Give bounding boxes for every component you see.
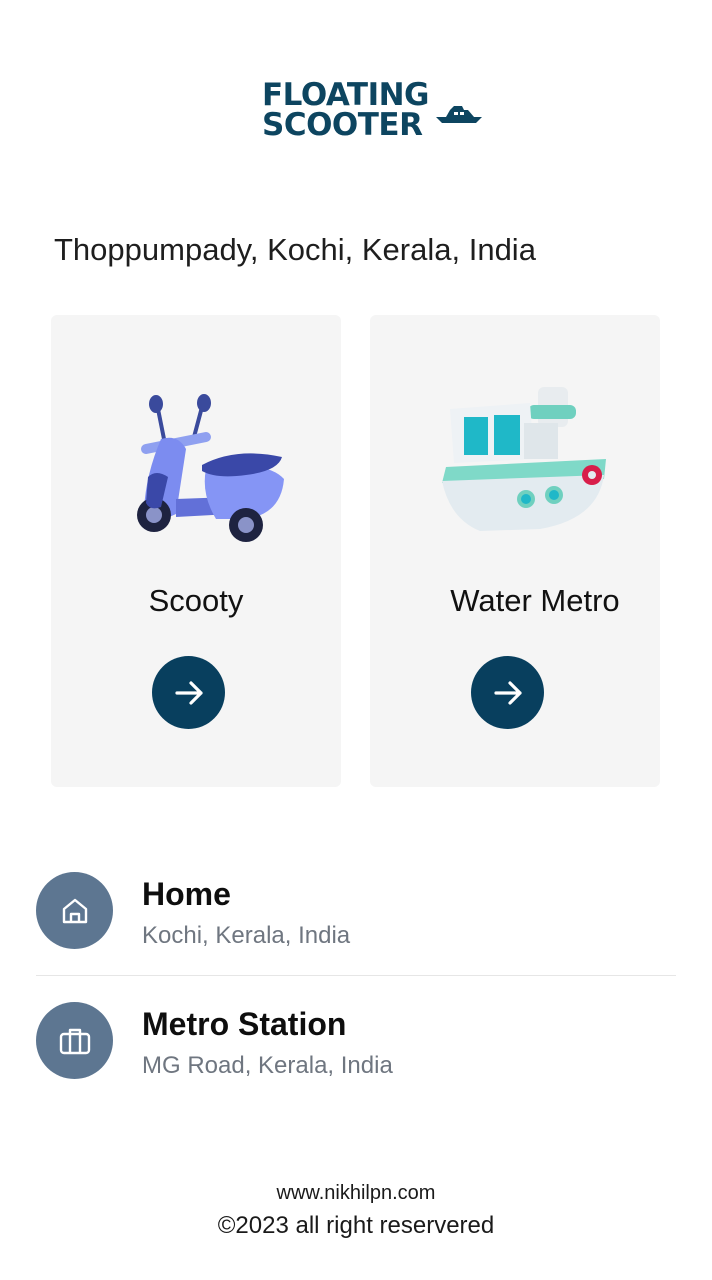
- footer-website-link[interactable]: www.nikhilpn.com: [0, 1182, 712, 1205]
- logo-line-2: SCOOTER: [262, 107, 423, 143]
- option-label-water-metro: Water Metro: [450, 583, 620, 618]
- divider: [36, 975, 676, 976]
- footer-copyright: ©2023 all right reservered: [217, 1212, 495, 1239]
- current-location: Thoppumpady, Kochi, Kerala, India: [54, 232, 536, 267]
- app-screen: FLOATING SCOOTER Thoppumpady, Kochi, Ker…: [0, 0, 712, 1280]
- option-label-scooty: Scooty: [148, 583, 244, 618]
- boat-icon: [436, 106, 482, 123]
- boat-illustration: [370, 379, 660, 559]
- brand-logo: FLOATING SCOOTER: [262, 74, 492, 146]
- place-address: MG Road, Kerala, India: [142, 1052, 393, 1079]
- option-card-scooty[interactable]: Scooty: [51, 315, 341, 787]
- option-card-water-metro[interactable]: Water Metro: [370, 315, 660, 787]
- place-address: Kochi, Kerala, India: [142, 922, 351, 949]
- home-icon: [36, 872, 113, 949]
- place-title: Metro Station: [142, 1006, 347, 1042]
- arrow-right-icon: [493, 680, 522, 705]
- saved-place-metro-station[interactable]: Metro Station MG Road, Kerala, India: [36, 992, 676, 1102]
- logo-line-1: FLOATING: [262, 77, 430, 113]
- briefcase-icon: [36, 1002, 113, 1079]
- scooter-illustration: [51, 379, 341, 559]
- logo-wordmark: FLOATING SCOOTER: [262, 77, 430, 143]
- water-metro-go-button[interactable]: [471, 656, 544, 729]
- scooty-go-button[interactable]: [152, 656, 225, 729]
- saved-place-home[interactable]: Home Kochi, Kerala, India: [36, 862, 676, 972]
- place-title: Home: [142, 876, 231, 912]
- arrow-right-icon: [174, 680, 203, 705]
